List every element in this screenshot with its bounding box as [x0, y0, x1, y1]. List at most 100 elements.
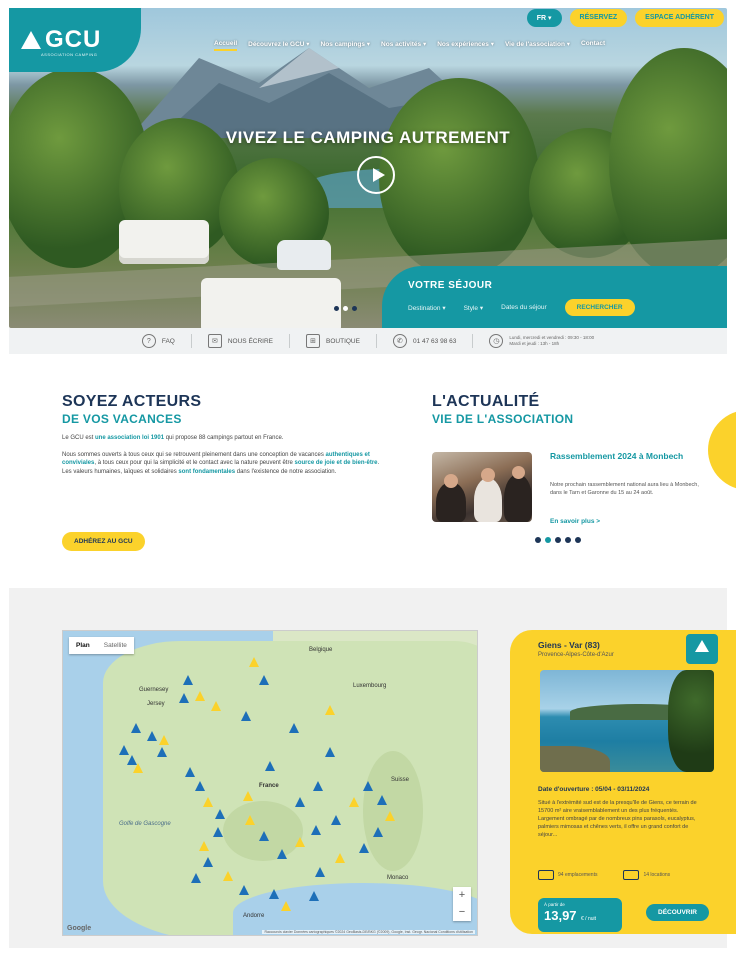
- camping-marker-icon[interactable]: [289, 723, 299, 733]
- price-from: À partir de: [544, 902, 565, 907]
- dates-field[interactable]: Dates du séjour: [501, 304, 547, 311]
- camping-marker-icon[interactable]: [259, 831, 269, 841]
- camping-marker-icon[interactable]: [249, 657, 259, 667]
- camping-marker-icon[interactable]: [239, 885, 249, 895]
- camping-marker-icon[interactable]: [119, 745, 129, 755]
- news-card[interactable]: Rassemblement 2024 à Monbech Notre proch…: [432, 451, 702, 525]
- camping-marker-icon[interactable]: [191, 873, 201, 883]
- camping-marker-icon[interactable]: [281, 901, 291, 911]
- camping-description: Situé à l'extrémité sud est de la presqu…: [538, 800, 697, 838]
- info-bar: ? FAQ ✉ NOUS ÉCRIRE ⊞ BOUTIQUE ✆ 01 47 6…: [9, 328, 727, 354]
- camping-marker-icon[interactable]: [147, 731, 157, 741]
- camping-marker-icon[interactable]: [311, 825, 321, 835]
- camping-marker-icon[interactable]: [241, 711, 251, 721]
- camping-marker-icon[interactable]: [335, 853, 345, 863]
- camping-marker-icon[interactable]: [325, 705, 335, 715]
- camping-marker-icon[interactable]: [243, 791, 253, 801]
- adherez-button[interactable]: ADHÉREZ AU GCU: [62, 532, 145, 551]
- map-plan-button[interactable]: Plan: [69, 637, 97, 654]
- slider-dot[interactable]: [535, 537, 541, 543]
- camping-marker-icon[interactable]: [157, 747, 167, 757]
- camping-dates: Date d'ouverture : 05/04 - 03/11/2024: [538, 786, 650, 793]
- write-link[interactable]: ✉ NOUS ÉCRIRE: [192, 334, 291, 348]
- camping-marker-icon[interactable]: [385, 811, 395, 821]
- gcu-logo[interactable]: GCU ASSOCIATION CAMPING: [9, 8, 141, 72]
- camping-marker-icon[interactable]: [377, 795, 387, 805]
- reserve-button[interactable]: RÉSERVEZ: [569, 9, 628, 27]
- slider-dot[interactable]: [352, 306, 357, 311]
- camping-marker-icon[interactable]: [179, 693, 189, 703]
- camping-marker-icon[interactable]: [359, 843, 369, 853]
- decouvrir-button[interactable]: DÉCOUVRIR: [646, 904, 710, 921]
- nav-item-experiences[interactable]: Nos expériences ▾: [437, 40, 494, 51]
- nav-item-activites[interactable]: Nos activités ▾: [381, 40, 426, 51]
- camping-marker-icon[interactable]: [183, 675, 193, 685]
- slider-dot[interactable]: [334, 306, 339, 311]
- camping-marker-icon[interactable]: [133, 763, 143, 773]
- map-label: Luxembourg: [353, 683, 387, 689]
- acteurs-subtitle: DE VOS VACANCES: [62, 412, 182, 426]
- camping-marker-icon[interactable]: [325, 747, 335, 757]
- destination-select[interactable]: Destination ▾: [408, 304, 446, 312]
- faq-link[interactable]: ? FAQ: [126, 334, 192, 348]
- camping-marker-icon[interactable]: [185, 767, 195, 777]
- member-area-button[interactable]: ESPACE ADHÉRENT: [635, 9, 724, 27]
- emplacements-stat: 94 emplacements: [538, 870, 597, 880]
- camping-marker-icon[interactable]: [295, 837, 305, 847]
- slider-dot[interactable]: [545, 537, 551, 543]
- camping-badge-icon: [686, 634, 718, 664]
- camping-marker-icon[interactable]: [259, 675, 269, 685]
- search-button[interactable]: RECHERCHER: [564, 299, 635, 316]
- camping-marker-icon[interactable]: [203, 857, 213, 867]
- nav-item-association[interactable]: Vie de l'association ▾: [505, 40, 570, 51]
- camping-marker-icon[interactable]: [349, 797, 359, 807]
- camping-marker-icon[interactable]: [199, 841, 209, 851]
- news-title[interactable]: Rassemblement 2024 à Monbech: [550, 451, 700, 461]
- language-select[interactable]: FR ▾: [526, 9, 562, 27]
- slider-dot[interactable]: [343, 306, 348, 311]
- news-more-link[interactable]: En savoir plus >: [550, 518, 600, 525]
- style-select[interactable]: Style ▾: [464, 304, 484, 312]
- campings-map[interactable]: Belgique Luxembourg Guernesey Jersey Fra…: [62, 630, 478, 936]
- camping-marker-icon[interactable]: [215, 809, 225, 819]
- phone-link[interactable]: ✆ 01 47 63 98 63: [377, 334, 474, 348]
- person-face: [481, 468, 495, 482]
- nav-item-accueil[interactable]: Accueil: [214, 40, 238, 51]
- play-video-icon[interactable]: [357, 156, 395, 194]
- mail-icon: ✉: [207, 334, 222, 348]
- camping-marker-icon[interactable]: [195, 691, 205, 701]
- camping-marker-icon[interactable]: [373, 827, 383, 837]
- camping-marker-icon[interactable]: [269, 889, 279, 899]
- shop-link[interactable]: ⊞ BOUTIQUE: [290, 334, 377, 348]
- camping-marker-icon[interactable]: [203, 797, 213, 807]
- news-image: [432, 452, 532, 522]
- clock-icon: ◷: [489, 334, 504, 348]
- map-attribution[interactable]: Raccourcis clavier Données cartographiqu…: [262, 930, 475, 934]
- camping-marker-icon[interactable]: [295, 797, 305, 807]
- camping-marker-icon[interactable]: [195, 781, 205, 791]
- camping-marker-icon[interactable]: [363, 781, 373, 791]
- camping-marker-icon[interactable]: [211, 701, 221, 711]
- person-face: [444, 474, 458, 488]
- camping-marker-icon[interactable]: [315, 867, 325, 877]
- nav-item-contact[interactable]: Contact: [581, 40, 605, 51]
- camping-marker-icon[interactable]: [277, 849, 287, 859]
- camping-marker-icon[interactable]: [131, 723, 141, 733]
- camping-marker-icon[interactable]: [265, 761, 275, 771]
- camping-marker-icon[interactable]: [159, 735, 169, 745]
- camping-marker-icon[interactable]: [245, 815, 255, 825]
- camping-marker-icon[interactable]: [223, 871, 233, 881]
- slider-dot[interactable]: [555, 537, 561, 543]
- camping-marker-icon[interactable]: [213, 827, 223, 837]
- nav-item-decouvrez[interactable]: Découvrez le GCU ▾: [248, 40, 309, 51]
- camping-marker-icon[interactable]: [309, 891, 319, 901]
- slider-dot[interactable]: [565, 537, 571, 543]
- camping-marker-icon[interactable]: [331, 815, 341, 825]
- slider-dot[interactable]: [575, 537, 581, 543]
- map-satellite-button[interactable]: Satellite: [97, 637, 134, 654]
- nav-item-campings[interactable]: Nos campings ▾: [321, 40, 371, 51]
- zoom-in-button[interactable]: +: [453, 887, 471, 904]
- highlight: sont fondamentales: [178, 469, 236, 476]
- zoom-out-button[interactable]: −: [453, 904, 471, 921]
- camping-marker-icon[interactable]: [313, 781, 323, 791]
